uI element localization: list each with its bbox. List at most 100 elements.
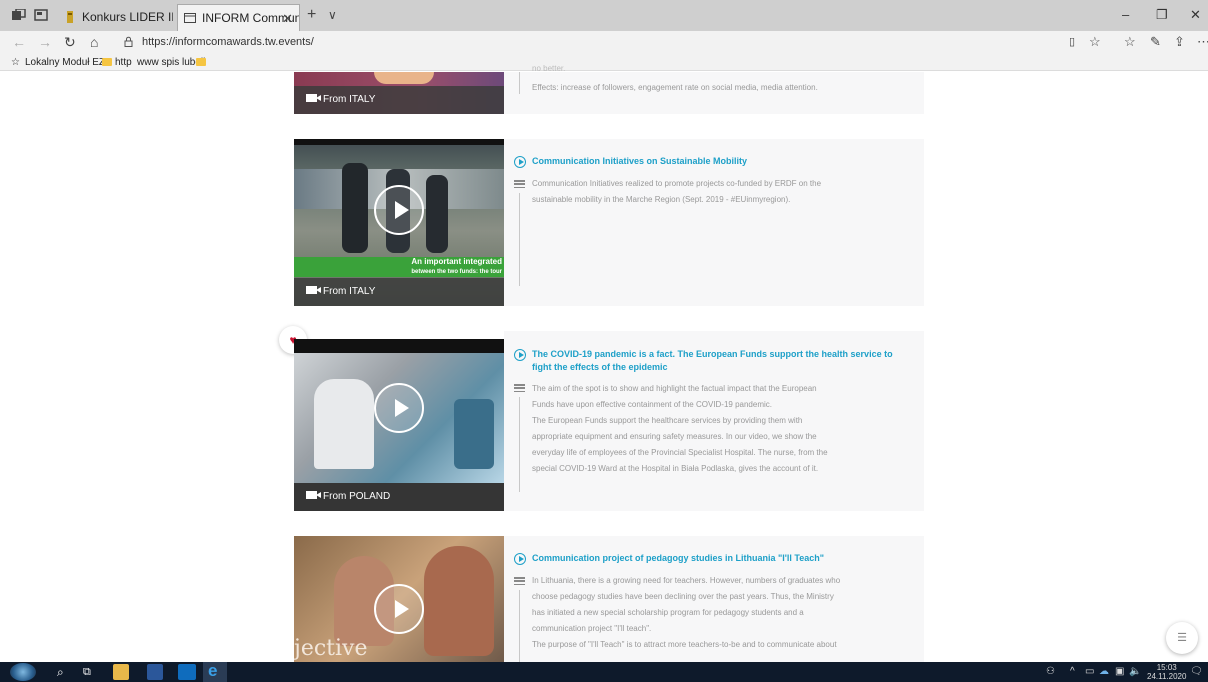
bookmark-lokalny[interactable]: Lokalny Moduł EZD <box>25 56 112 69</box>
country-label: From ITALY <box>294 86 504 114</box>
bookmark-label: http <box>115 57 132 68</box>
video-thumbnail[interactable]: An important integrated between the two … <box>294 139 504 306</box>
desc-line: special COVID-19 Ward at the Hospital in… <box>532 464 819 473</box>
video-thumbnail[interactable]: jective <box>294 536 504 662</box>
refresh-icon[interactable]: ↻ <box>64 33 76 51</box>
people-icon[interactable]: ⚇ <box>1046 665 1055 679</box>
restore-icon[interactable]: ❐ <box>1156 6 1168 24</box>
thumbnail-medic <box>314 379 374 469</box>
thumbnail-student <box>424 546 494 656</box>
windows-taskbar: ⌕ ⧉ e ⚇ ^ ▭ ☁ ▣ 🔈 15:03 24.11.2020 🗨 <box>0 661 1208 682</box>
title-line: The COVID-19 pandemic is a fact. The Eur… <box>532 349 893 359</box>
desc-line: no better. <box>532 64 566 73</box>
tab-list-chevron-icon[interactable]: ∨ <box>328 5 337 25</box>
edge-taskbar-button[interactable]: e <box>203 661 227 682</box>
divider-line <box>519 193 520 286</box>
share-icon[interactable]: ⇪ <box>1174 33 1185 51</box>
country-label: From ITALY <box>294 278 504 306</box>
site-favicon-icon <box>67 11 73 23</box>
desc-line: The aim of the spot is to show and highl… <box>532 384 817 393</box>
notifications-icon[interactable]: 🗨 <box>1190 665 1203 679</box>
desc-line: everyday life of employees of the Provin… <box>532 448 828 457</box>
tab-preview-icon[interactable] <box>34 9 48 21</box>
tab-inform[interactable]: INFORM Communicatio ✕ <box>177 4 300 31</box>
close-tab-icon[interactable]: ✕ <box>282 5 293 31</box>
reading-view-icon[interactable]: ▯ <box>1069 33 1075 51</box>
bookmark-http[interactable]: http <box>102 56 132 69</box>
play-button[interactable] <box>374 383 424 433</box>
thumbnail-cyclist <box>342 163 368 253</box>
tray-chevron-icon[interactable]: ^ <box>1070 665 1075 679</box>
thumbnail-overlay-text: jective <box>294 636 368 661</box>
desc-line: The European Funds support the healthcar… <box>532 416 803 425</box>
favorites-hub-icon[interactable]: ☆ <box>1124 33 1136 51</box>
address-bar-row: ← → ↻ ⌂ https://informcomawards.tw.event… <box>0 31 1208 54</box>
play-circle-icon <box>514 349 526 361</box>
thumbnail-equipment <box>454 399 494 469</box>
home-icon[interactable]: ⌂ <box>90 33 98 51</box>
desc-line: In Lithuania, there is a growing need fo… <box>532 576 841 585</box>
word-icon[interactable] <box>147 664 163 680</box>
country-text: From ITALY <box>323 286 376 297</box>
url-field[interactable]: https://informcomawards.tw.events/ <box>118 33 1103 51</box>
entry-description: In Lithuania, there is a growing need fo… <box>532 573 912 653</box>
bookmark-folder[interactable] <box>196 56 209 69</box>
favorite-star-icon[interactable]: ☆ <box>1089 33 1101 51</box>
desc-line: has initiated a new special scholarship … <box>532 608 804 617</box>
video-thumbnail[interactable]: From ITALY <box>294 72 504 114</box>
overlay-line: An important integrated <box>411 257 502 266</box>
divider-line <box>519 590 520 662</box>
entry-description: The aim of the spot is to show and highl… <box>532 381 912 477</box>
entry-title[interactable]: Communication project of pedagogy studie… <box>532 552 912 565</box>
desc-line: sustainable mobility in the Marche Regio… <box>532 195 791 204</box>
settings-sliders-button[interactable]: ☰ <box>1166 622 1198 654</box>
entry-description: no better. Effects: increase of follower… <box>532 64 912 96</box>
clock[interactable]: 15:03 24.11.2020 <box>1147 663 1186 681</box>
folder-icon <box>102 58 112 66</box>
desc-line: choose pedagogy studies have been declin… <box>532 592 834 601</box>
file-explorer-icon[interactable] <box>113 664 129 680</box>
title-line: fight the effects of the epidemic <box>532 362 668 372</box>
tab-actions-icon[interactable] <box>12 9 26 21</box>
desc-line: Funds have upon effective containment of… <box>532 400 772 409</box>
browser-tab-bar: Konkurs LIDER INNOWACJI INFORM Communica… <box>0 0 1208 31</box>
play-button[interactable] <box>374 185 424 235</box>
antivirus-icon[interactable]: ▣ <box>1115 665 1124 679</box>
onedrive-icon[interactable]: ☁ <box>1099 665 1109 679</box>
thumbnail-figure <box>374 72 434 84</box>
new-tab-button[interactable]: + <box>307 5 316 25</box>
entry-description: Communication Initiatives realized to pr… <box>532 176 912 208</box>
video-camera-icon <box>306 491 321 499</box>
forward-arrow-icon[interactable]: → <box>38 33 52 51</box>
url-text: https://informcomawards.tw.events/ <box>142 36 314 48</box>
play-button[interactable] <box>374 584 424 634</box>
description-lines-icon <box>514 180 525 189</box>
pen-icon[interactable]: ✎ <box>1150 33 1161 51</box>
desc-line: The purpose of "I'll Teach" is to attrac… <box>532 640 837 649</box>
network-icon[interactable]: ▭ <box>1085 665 1094 679</box>
task-view-icon[interactable]: ⧉ <box>83 664 91 680</box>
play-circle-icon <box>514 553 526 565</box>
volume-icon[interactable]: 🔈 <box>1129 665 1141 679</box>
desc-line: Communication Initiatives realized to pr… <box>532 179 822 188</box>
desc-line: Effects: increase of followers, engageme… <box>532 83 818 92</box>
close-window-icon[interactable]: ✕ <box>1190 6 1201 24</box>
more-icon[interactable]: ⋯ <box>1197 33 1208 51</box>
divider-line <box>519 397 520 492</box>
tab-konkurs[interactable]: Konkurs LIDER INNOWACJI <box>58 4 173 31</box>
video-thumbnail[interactable]: From POLAND <box>294 339 504 511</box>
lock-icon <box>124 36 133 47</box>
divider-line <box>519 72 520 94</box>
country-text: From POLAND <box>323 491 391 502</box>
video-camera-icon <box>306 286 321 294</box>
entry-title[interactable]: The COVID-19 pandemic is a fact. The Eur… <box>532 348 912 374</box>
folder-icon <box>196 58 206 66</box>
play-circle-icon <box>514 156 526 168</box>
minimize-icon[interactable]: – <box>1122 6 1129 24</box>
start-button[interactable] <box>10 663 36 681</box>
back-arrow-icon[interactable]: ← <box>12 33 26 51</box>
entry-title[interactable]: Communication Initiatives on Sustainable… <box>532 155 912 168</box>
thumbnail-cyclist <box>426 175 448 253</box>
outlook-icon[interactable] <box>178 664 196 680</box>
search-icon[interactable]: ⌕ <box>57 664 64 680</box>
